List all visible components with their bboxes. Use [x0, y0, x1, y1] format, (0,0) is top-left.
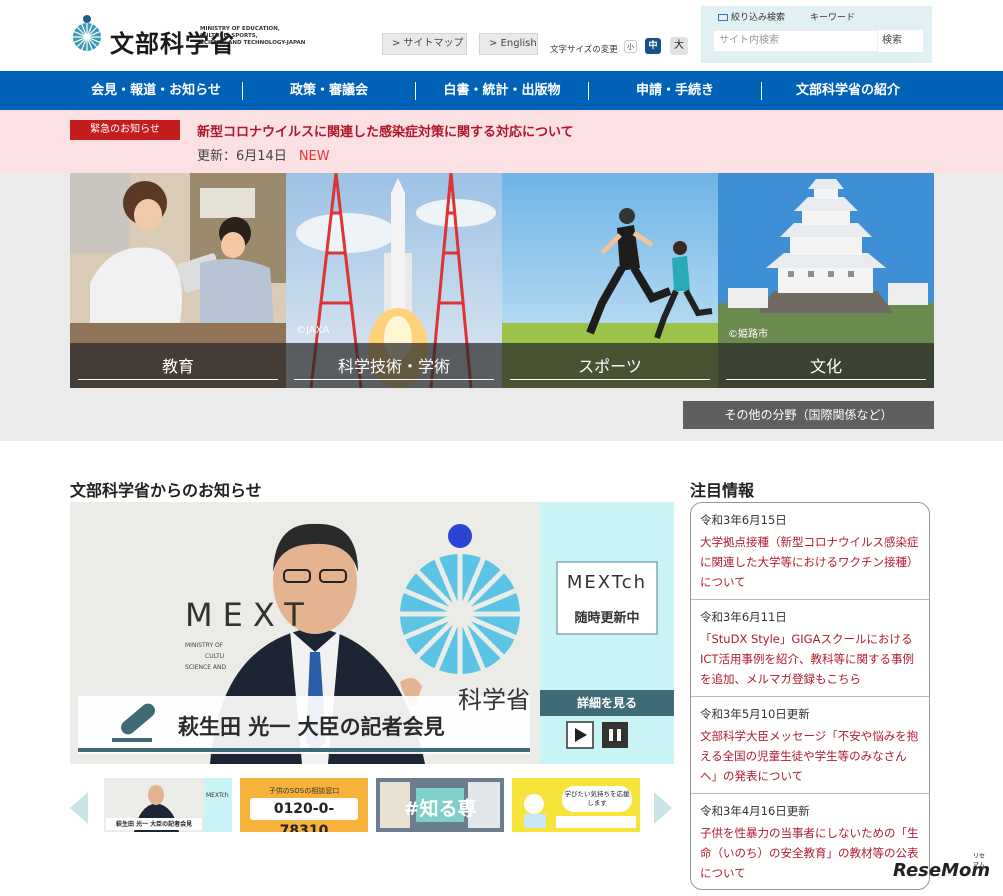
keyword-search-tab[interactable]: キーワード	[810, 10, 855, 23]
tile-label: 文化	[809, 357, 842, 376]
filter-icon	[718, 14, 728, 21]
carousel-thumb-1[interactable]: 萩生田 光一 大臣の記者会見 MEXTch	[104, 778, 232, 832]
tile-underline	[726, 379, 926, 380]
attention-item[interactable]: 令和3年6月15日 大学拠点接種（新型コロナウイルス感染症に関連した大学等におけ…	[691, 503, 929, 600]
tile-sports[interactable]: スポーツ	[502, 173, 718, 388]
search-panel: 絞り込み検索 キーワード サイト内検索 検索	[701, 6, 932, 63]
attention-link[interactable]: 文部科学大臣メッセージ「不安や悩みを抱える全国の児童生徒や学生等のみなさんへ」の…	[700, 726, 922, 786]
carousel-thumb-2[interactable]: 子供のSOSの相談窓口 0120-0-78310	[240, 778, 368, 832]
backdrop-line: SCIENCE AND	[185, 664, 227, 671]
nav-item-policy[interactable]: 政策・審議会	[243, 71, 415, 110]
resemom-watermark: ReseMom リセマム	[893, 853, 990, 881]
attention-date: 令和3年6月15日	[700, 513, 787, 527]
attention-link[interactable]: 大学拠点接種（新型コロナウイルス感染症に関連した大学等におけるワクチン接種）につ…	[700, 532, 922, 592]
english-button[interactable]: > English	[479, 33, 538, 55]
featured-banner[interactable]: MEXT MINISTRY OF CULTU SCIENCE AND 科学省 M…	[70, 502, 674, 764]
tile-underline	[78, 379, 278, 380]
banner-caption: 萩生田 光一 大臣の記者会見	[178, 714, 445, 739]
new-badge: NEW	[298, 149, 330, 164]
font-size-large-button[interactable]: 大	[670, 37, 688, 55]
attention-item[interactable]: 令和3年5月10日更新 文部科学大臣メッセージ「不安や悩みを抱える全国の児童生徒…	[691, 697, 929, 794]
tile-underline	[294, 379, 494, 380]
mext-logo-icon[interactable]	[70, 14, 104, 52]
carousel-thumb-4[interactable]: 学びたい気持ちを応援します	[512, 778, 640, 832]
carousel-next-icon[interactable]	[654, 792, 672, 824]
attention-item[interactable]: 令和3年6月11日 「StuDX Style」GIGAスクールにおけるICT活用…	[691, 600, 929, 697]
thumb-2-sub: 子供のSOSの相談窓口	[268, 787, 340, 795]
attention-link[interactable]: 「StuDX Style」GIGAスクールにおけるICT活用事例を紹介、教科等に…	[700, 629, 922, 689]
building-text: 科学省	[458, 686, 530, 714]
nav-item-applications[interactable]: 申請・手続き	[589, 71, 761, 110]
field-tiles: 教育 ©JAXA 科学技術・学術 スポーツ ©姫路市 文化 その他の分野（国際関…	[0, 173, 1003, 441]
attention-list: 令和3年6月15日 大学拠点接種（新型コロナウイルス感染症に関連した大学等におけ…	[690, 502, 930, 890]
carousel-thumb-3[interactable]: #知る専	[376, 778, 504, 832]
logo-en-line: MINISTRY OF EDUCATION,	[200, 26, 280, 32]
other-fields-button[interactable]: その他の分野（国際関係など）	[683, 401, 934, 429]
tile-science[interactable]: ©JAXA 科学技術・学術	[286, 173, 502, 388]
emergency-notice: 緊急のお知らせ 新型コロナウイルスに関連した感染症対策に関する対応について 更新…	[0, 110, 1003, 173]
tile-label: 教育	[161, 357, 194, 376]
section-title-attention: 注目情報	[690, 481, 755, 500]
section-title-news: 文部科学省からのお知らせ	[70, 481, 262, 500]
watermark-small: リセマム	[973, 853, 986, 869]
thumb-1-title: 萩生田 光一 大臣の記者会見	[116, 821, 193, 828]
mextch-title: MEXTch	[566, 572, 648, 593]
filter-search-tab[interactable]: 絞り込み検索	[718, 10, 785, 23]
backdrop-small-text: MINISTRY OF CULTU SCIENCE AND	[185, 640, 226, 673]
image-credit: ©姫路市	[728, 329, 768, 340]
site-header: 文部科学省 MINISTRY OF EDUCATION, CULTURE, SP…	[0, 0, 1003, 71]
emergency-badge: 緊急のお知らせ	[70, 120, 180, 140]
mextch-subtitle: 随時更新中	[574, 611, 640, 626]
nav-item-publications[interactable]: 白書・統計・出版物	[416, 71, 588, 110]
tile-caption: 文化	[718, 343, 934, 388]
logo-subtitle: MINISTRY OF EDUCATION, CULTURE, SPORTS, …	[200, 26, 330, 47]
attention-date: 令和3年4月16日更新	[700, 804, 810, 818]
emergency-update-date: 更新：6月14日	[197, 149, 287, 164]
search-input[interactable]: サイト内検索	[713, 30, 878, 52]
global-nav: 会見・報道・お知らせ 政策・審議会 白書・統計・出版物 申請・手続き 文部科学省…	[0, 71, 1003, 110]
emergency-title-link[interactable]: 新型コロナウイルスに関連した感染症対策に関する対応について	[197, 121, 574, 140]
attention-date: 令和3年5月10日更新	[700, 707, 810, 721]
tile-education[interactable]: 教育	[70, 173, 286, 388]
details-button[interactable]: 詳細を見る	[540, 694, 674, 711]
nav-item-press[interactable]: 会見・報道・お知らせ	[70, 71, 242, 110]
tile-caption: 科学技術・学術	[286, 343, 502, 388]
attention-link[interactable]: 子供を性暴力の当事者にしないための「生命（いのち）の安全教育」の教材等の公表につ…	[700, 823, 922, 883]
thumb-1-side: MEXTch	[206, 792, 229, 799]
tile-caption: 教育	[70, 343, 286, 388]
mext-backdrop-text: MEXT	[185, 596, 314, 634]
tile-caption: スポーツ	[502, 343, 718, 388]
logo-en-line: SCIENCE AND TECHNOLOGY-JAPAN	[200, 40, 306, 46]
search-button[interactable]: 検索	[878, 30, 923, 52]
microphone-icon	[118, 706, 160, 746]
play-icon[interactable]	[567, 722, 593, 748]
tile-label: スポーツ	[578, 357, 642, 376]
thumb-3-title: #知る専	[403, 798, 477, 820]
font-size-small-button[interactable]: 小	[624, 40, 637, 53]
logo-en-line: CULTURE, SPORTS,	[200, 33, 258, 39]
image-credit: ©JAXA	[296, 325, 330, 336]
font-size-label: 文字サイズの変更	[550, 45, 618, 55]
tile-label: 科学技術・学術	[337, 357, 450, 376]
attention-date: 令和3年6月11日	[700, 610, 787, 624]
filter-search-tab-label: 絞り込み検索	[731, 13, 786, 23]
emergency-update: 更新：6月14日 NEW	[197, 145, 330, 164]
pause-icon[interactable]	[602, 722, 628, 748]
font-size-medium-button[interactable]: 中	[645, 38, 661, 54]
backdrop-line: CULTU	[205, 653, 225, 660]
backdrop-line: MINISTRY OF	[185, 642, 224, 649]
carousel-prev-icon[interactable]	[70, 792, 88, 824]
thumb-2-phone: 0120-0-78310	[250, 798, 358, 832]
sitemap-button[interactable]: > サイトマップ	[382, 33, 467, 55]
tile-culture[interactable]: ©姫路市 文化	[718, 173, 934, 388]
tile-underline	[510, 379, 710, 380]
nav-item-about[interactable]: 文部科学省の紹介	[762, 71, 934, 110]
thumb-4-title: 学びたい気持ちを応援します	[564, 790, 630, 807]
